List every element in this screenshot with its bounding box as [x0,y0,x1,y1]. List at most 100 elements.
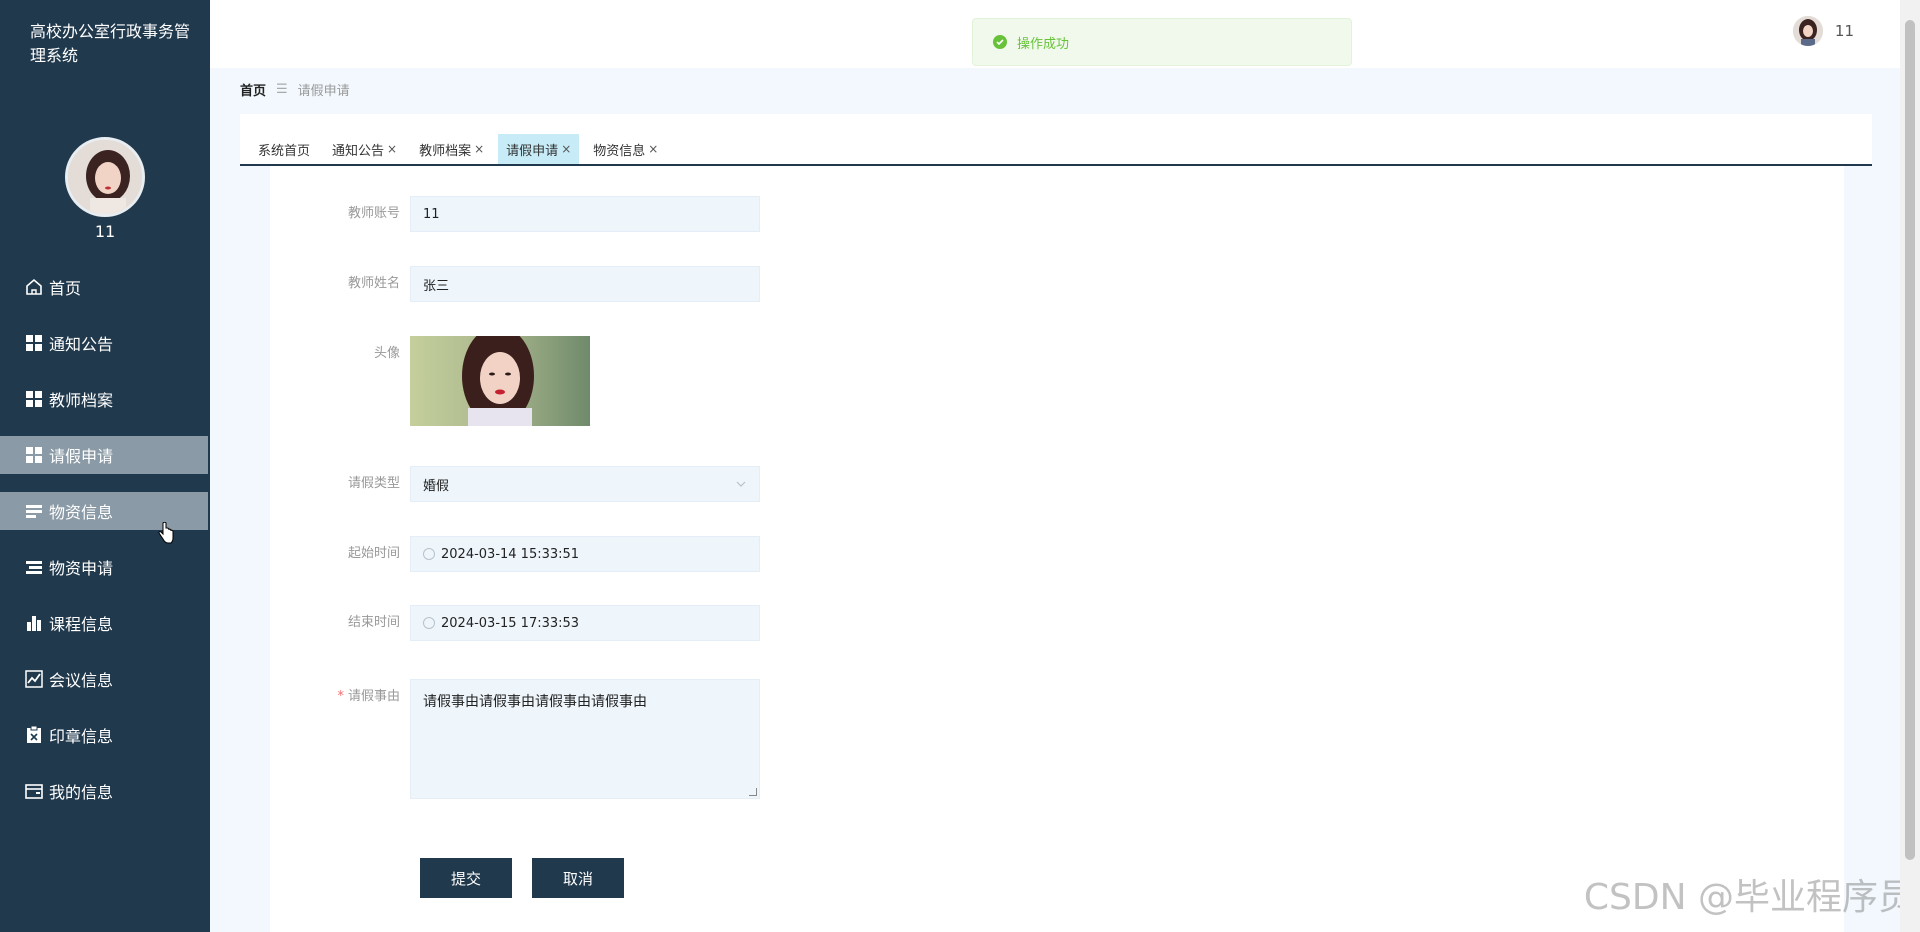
line-chart-icon [24,669,44,689]
sidebar-item-home[interactable]: 首页 [0,268,210,306]
tab-notices[interactable]: 通知公告 × [324,134,405,164]
leave-form: 教师账号 11 教师姓名 张三 头像 请假类型 婚假 起始时间 2024-03-… [270,166,1844,932]
teacher-name-value: 张三 [423,278,450,294]
sidebar-item-label: 首页 [49,279,82,298]
start-time-picker[interactable]: 2024-03-14 15:33:51 [410,536,760,572]
home-icon [24,277,44,297]
cancel-button[interactable]: 取消 [532,858,624,898]
success-toast: 操作成功 [972,18,1352,66]
sidebar-item-leave[interactable]: 请假申请 [0,436,208,474]
close-icon[interactable]: × [474,142,484,156]
reason-value: 请假事由请假事由请假事由请假事由 [423,694,647,710]
row-teacher-name: 教师姓名 张三 [270,266,760,302]
sidebar-menu: 首页 通知公告 教师档案 请假申请 物资信息 物资申请 课程信息 会议信息 印章… [0,268,210,828]
clipboard-x-icon [24,725,44,745]
sidebar-item-my-info[interactable]: 我的信息 [0,772,210,810]
breadcrumb-home[interactable]: 首页 [240,80,266,99]
sidebar-item-label: 通知公告 [49,335,114,354]
row-start-time: 起始时间 2024-03-14 15:33:51 [270,536,760,572]
sidebar-item-supplies[interactable]: 物资信息 [0,492,208,530]
end-time-label: 结束时间 [347,615,400,630]
tab-label: 系统首页 [258,143,311,159]
tab-label: 教师档案 [419,143,472,159]
sidebar-item-label: 课程信息 [49,615,114,634]
breadcrumb-separator-icon: ☰ [276,82,288,97]
tab-label: 请假申请 [506,143,559,159]
start-time-value: 2024-03-14 15:33:51 [441,546,580,562]
sidebar-item-supply-request[interactable]: 物资申请 [0,548,210,586]
teacher-account-label: 教师账号 [347,206,400,221]
user-menu[interactable]: 11 [1792,16,1854,46]
sidebar: 高校办公室行政事务管理系统 11 首页 通知公告 教师档案 请假申请 物资信息 … [0,0,210,932]
sidebar-item-label: 物资申请 [49,559,114,578]
sidebar-item-courses[interactable]: 课程信息 [0,604,210,642]
sidebar-item-notices[interactable]: 通知公告 [0,324,210,362]
tab-bar: 系统首页 通知公告 × 教师档案 × 请假申请 × 物资信息 × [240,114,1872,166]
top-header: 操作成功 11 [210,0,1900,68]
start-time-label: 起始时间 [347,546,400,561]
reason-textarea[interactable]: 请假事由请假事由请假事由请假事由 [410,679,760,799]
row-avatar: 头像 [270,336,590,426]
resize-handle-icon[interactable] [749,788,757,796]
clock-icon [423,548,435,560]
end-time-value: 2024-03-15 17:33:53 [441,615,580,631]
breadcrumb-current: 请假申请 [297,84,350,99]
avatar[interactable] [65,137,145,217]
tab-leave[interactable]: 请假申请 × [498,134,580,164]
bar-chart-icon [24,613,44,633]
header-username: 11 [1834,22,1854,40]
sidebar-username: 11 [94,222,116,241]
chevron-down-icon [735,478,747,494]
breadcrumb: 首页 ☰ 请假申请 [240,80,350,99]
row-end-time: 结束时间 2024-03-15 17:33:53 [270,605,760,641]
scrollbar-thumb[interactable] [1905,20,1915,860]
reason-label-text: 请假事由 [347,689,400,704]
check-circle-icon [993,35,1007,49]
tab-teacher-files[interactable]: 教师档案 × [411,134,492,164]
row-leave-type: 请假类型 婚假 [270,466,760,502]
sidebar-item-label: 会议信息 [49,671,114,690]
tab-label: 通知公告 [332,143,385,159]
row-reason: * 请假事由 请假事由请假事由请假事由请假事由 [270,679,760,799]
list-icon [24,501,44,521]
sidebar-item-meetings[interactable]: 会议信息 [0,660,210,698]
sidebar-item-label: 教师档案 [49,391,114,410]
leave-type-value: 婚假 [423,478,450,494]
required-mark: * [337,689,344,704]
grid-icon [24,445,44,465]
leave-type-select[interactable]: 婚假 [410,466,760,502]
end-time-picker[interactable]: 2024-03-15 17:33:53 [410,605,760,641]
list-icon [24,557,44,577]
sidebar-item-label: 我的信息 [49,783,114,802]
avatar-photo[interactable] [410,336,590,426]
close-icon[interactable]: × [648,142,658,156]
teacher-name-field[interactable]: 张三 [410,266,760,302]
teacher-name-label: 教师姓名 [347,276,400,291]
grid-icon [24,333,44,353]
sidebar-item-seals[interactable]: 印章信息 [0,716,210,754]
avatar-label: 头像 [373,346,400,361]
teacher-account-value: 11 [423,206,440,222]
teacher-account-field[interactable]: 11 [410,196,760,232]
tab-label: 物资信息 [593,143,646,159]
close-icon[interactable]: × [561,142,571,156]
sidebar-item-label: 请假申请 [49,447,114,466]
row-teacher-account: 教师账号 11 [270,196,760,232]
close-icon[interactable]: × [387,142,397,156]
clock-icon [423,617,435,629]
leave-type-label: 请假类型 [347,476,400,491]
page-scrollbar[interactable] [1900,0,1920,932]
sidebar-item-label: 印章信息 [49,727,114,746]
reason-label: * 请假事由 [270,679,410,715]
submit-button[interactable]: 提交 [420,858,512,898]
sidebar-item-label: 物资信息 [49,503,114,522]
toast-message: 操作成功 [1017,36,1070,52]
sidebar-item-teacher-files[interactable]: 教师档案 [0,380,210,418]
tab-supplies[interactable]: 物资信息 × [585,134,666,164]
watermark: CSDN @毕业程序员 [1583,877,1914,918]
wallet-icon [24,781,44,801]
app-title: 高校办公室行政事务管理系统 [30,22,191,65]
avatar[interactable] [1792,16,1823,46]
tab-system-home[interactable]: 系统首页 [250,134,318,164]
hand-cursor-icon [158,521,174,548]
